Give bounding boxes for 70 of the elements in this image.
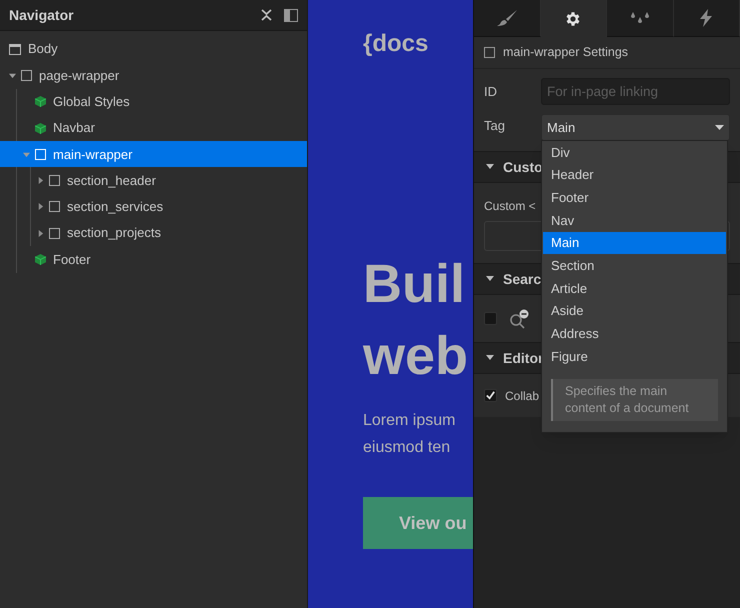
cube-icon [35, 254, 46, 266]
checkbox-label: Collab [505, 388, 540, 404]
tag-select[interactable]: Main [541, 114, 730, 141]
tree-item-label: Footer [53, 250, 91, 269]
caret-icon[interactable] [9, 72, 16, 79]
brush-icon [496, 9, 518, 27]
tree-item[interactable]: section_projects [0, 220, 307, 246]
panel-title: Navigator [9, 6, 74, 25]
gear-icon [564, 10, 582, 28]
caret-icon[interactable] [37, 177, 44, 184]
tree-item[interactable]: main-wrapper [0, 141, 307, 168]
panel-tab[interactable] [674, 0, 740, 37]
tree-item[interactable]: section_services [0, 194, 307, 220]
tree-item-label: section_projects [67, 224, 161, 242]
dropdown-option[interactable]: Article [543, 277, 726, 300]
hero-heading: Buil [363, 253, 466, 316]
dropdown-option[interactable]: Main [543, 232, 726, 254]
tree-item[interactable]: Body [0, 36, 307, 62]
bolt-icon [699, 9, 714, 27]
dropdown-option[interactable]: Nav [543, 209, 726, 232]
checkbox[interactable] [484, 389, 497, 402]
cube-icon [35, 96, 46, 108]
box-icon [49, 228, 60, 239]
box-icon [35, 148, 46, 160]
tree-item[interactable]: page-wrapper [0, 62, 307, 89]
tree-item-label: Global Styles [53, 92, 130, 111]
tree-item-label: Navbar [53, 119, 95, 138]
cube-icon [35, 122, 46, 134]
box-icon [49, 175, 60, 186]
dropdown-option[interactable]: Address [543, 322, 726, 346]
field-label: Tag [484, 116, 506, 135]
tree-item[interactable]: Footer [0, 246, 307, 273]
tag-description: Specifies the main content of a document [551, 378, 718, 421]
dropdown-option[interactable]: Div [543, 141, 726, 164]
tree-item[interactable]: Global Styles [0, 88, 307, 115]
dropdown-option[interactable]: Aside [543, 300, 726, 322]
caret-icon [486, 276, 494, 282]
custom-attributes-label: Custom < [484, 198, 536, 215]
hero-heading: web [363, 325, 470, 388]
caret-icon [486, 355, 494, 361]
tree-item-label: section_services [67, 198, 164, 216]
hero-text: Lorem ipsum [363, 411, 456, 431]
tree-item[interactable]: section_header [0, 167, 307, 194]
hero-text: eiusmod ten [363, 438, 452, 458]
tree-item-label: Body [28, 40, 58, 58]
caret-icon[interactable] [37, 203, 44, 210]
caret-icon[interactable] [37, 230, 44, 237]
box-icon [49, 201, 60, 212]
settings-title: main-wrapper Settings [503, 44, 628, 62]
id-field[interactable]: For in-page linking [541, 78, 730, 105]
dropdown-option[interactable]: Footer [543, 186, 726, 210]
caret-icon [715, 124, 724, 130]
box-icon [21, 70, 32, 81]
tree-item-label: page-wrapper [39, 66, 120, 85]
page-icon [9, 44, 21, 55]
dropdown-option[interactable]: Header [543, 164, 726, 186]
box-icon [484, 47, 495, 58]
field-label: ID [484, 82, 498, 101]
tree-item-label: main-wrapper [53, 146, 132, 164]
dropdown-option[interactable]: Section [543, 254, 726, 278]
dropdown-option[interactable]: Figure [543, 345, 726, 368]
caret-icon [486, 164, 494, 170]
tree-item-label: section_header [67, 172, 156, 190]
panel-tab[interactable] [540, 0, 607, 37]
logo: {docs [363, 29, 430, 59]
search-minus-icon [509, 308, 529, 328]
dock-icon[interactable] [284, 8, 298, 22]
tree-item[interactable]: Navbar [0, 114, 307, 142]
drops-icon [630, 10, 650, 26]
checkbox[interactable] [484, 312, 497, 325]
